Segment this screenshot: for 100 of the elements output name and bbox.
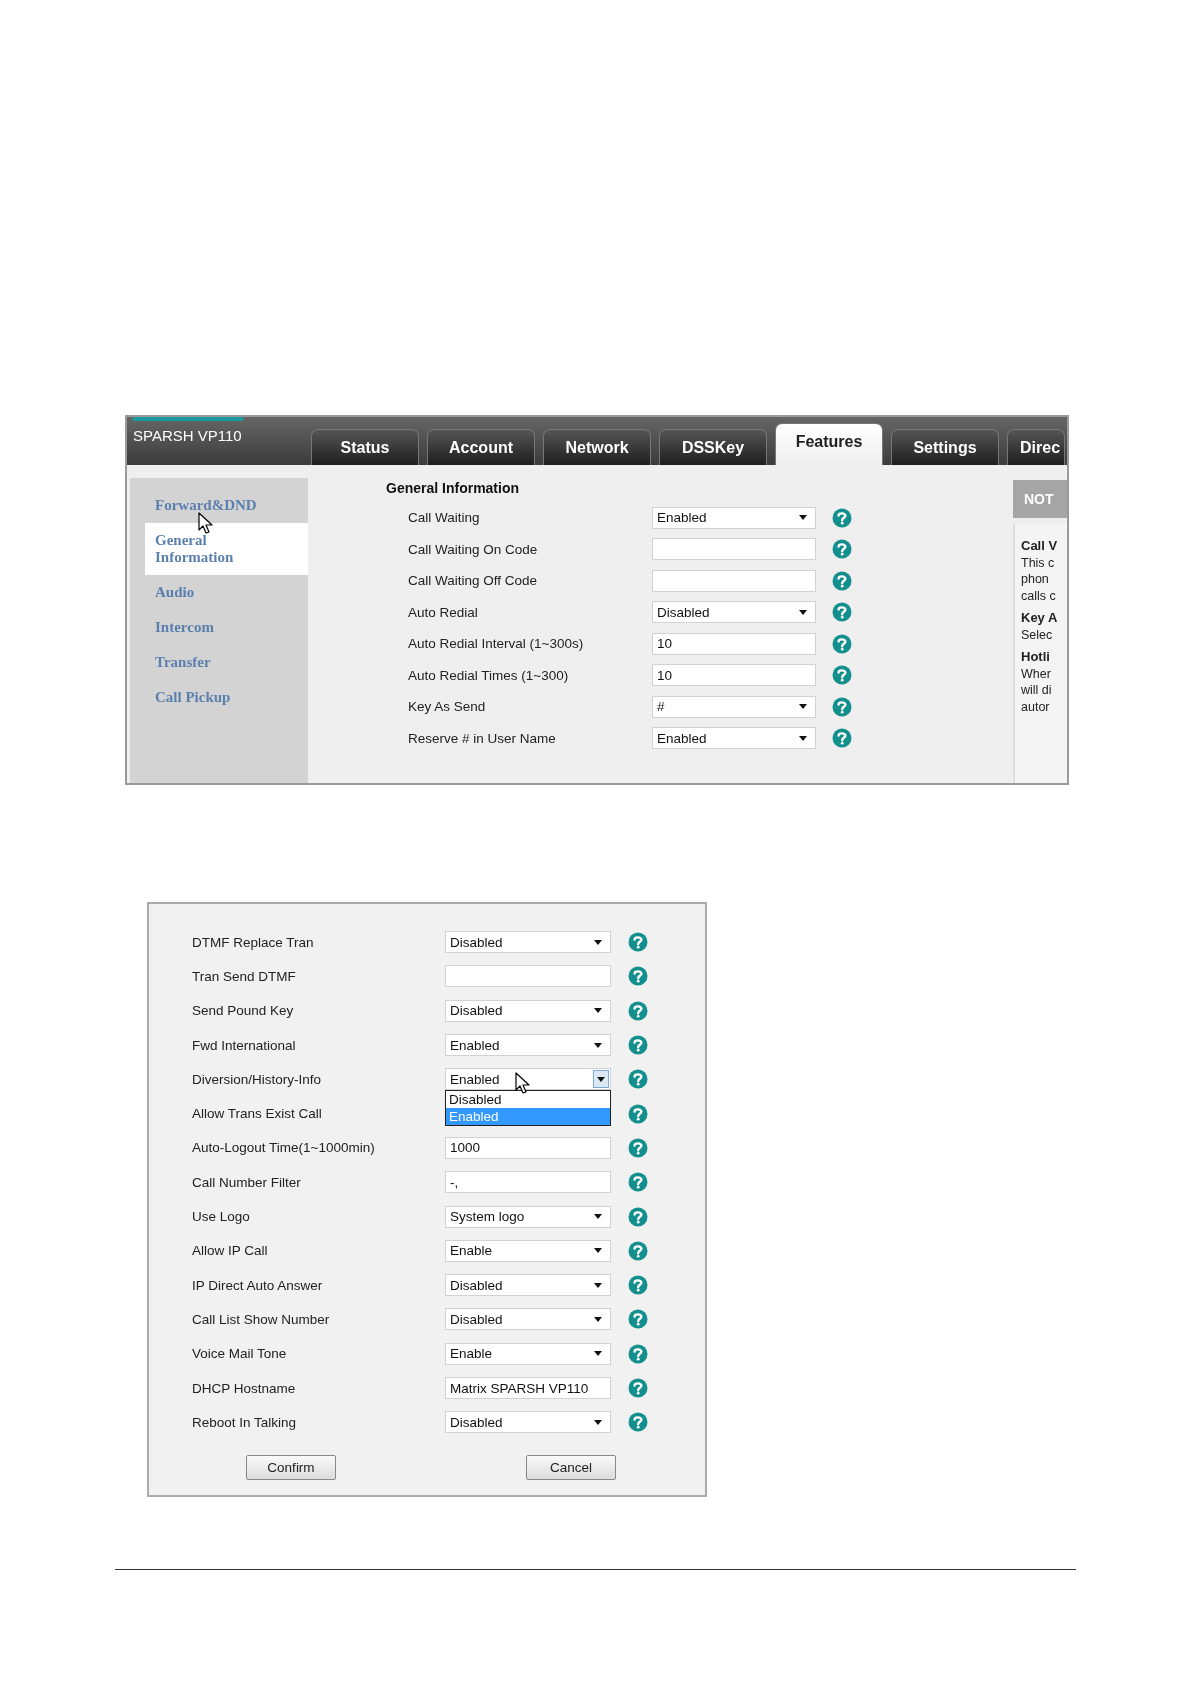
- help-icon[interactable]: [832, 728, 852, 749]
- dropdown[interactable]: Enabled: [652, 506, 816, 529]
- note-heading: Key A: [1021, 610, 1059, 627]
- nav-tab[interactable]: Account: [427, 429, 535, 465]
- caret-icon: [597, 1076, 605, 1082]
- help-icon[interactable]: [628, 966, 648, 987]
- help-icon[interactable]: [628, 1412, 648, 1433]
- caret-icon: [594, 1214, 602, 1219]
- setting-label: Call Waiting: [407, 510, 480, 526]
- dropdown[interactable]: Enable: [445, 1239, 611, 1262]
- note-heading: Call V: [1021, 538, 1059, 555]
- help-icon[interactable]: [628, 1035, 648, 1056]
- dropdown[interactable]: Disabled: [445, 931, 611, 954]
- setting-label: Reserve # in User Name: [407, 730, 556, 746]
- dropdown[interactable]: Disabled: [445, 1308, 611, 1331]
- nav-tab[interactable]: Direc: [1007, 429, 1066, 465]
- setting-label: IP Direct Auto Answer: [191, 1277, 323, 1293]
- nav-tab[interactable]: DSSKey: [659, 429, 767, 465]
- help-icon[interactable]: [628, 1137, 648, 1158]
- setting-label: Voice Mail Tone: [191, 1346, 287, 1362]
- help-icon[interactable]: [628, 1309, 648, 1330]
- confirm-button[interactable]: Confirm: [246, 1455, 336, 1481]
- help-icon[interactable]: [832, 602, 852, 623]
- caret-icon: [799, 609, 807, 615]
- help-icon[interactable]: [628, 1343, 648, 1364]
- dropdown[interactable]: Enabled: [445, 1034, 611, 1057]
- setting-label: Call List Show Number: [191, 1311, 330, 1327]
- dropdown[interactable]: System logo: [445, 1205, 611, 1228]
- nav-tab[interactable]: Features: [775, 423, 883, 465]
- setting-label: Allow IP Call: [191, 1243, 268, 1259]
- input-field[interactable]: 10: [652, 664, 816, 687]
- help-icon[interactable]: [832, 570, 852, 591]
- help-icon[interactable]: [628, 1240, 648, 1261]
- setting-label: Diversion/History-Info: [191, 1071, 322, 1087]
- caret-icon: [594, 1248, 602, 1254]
- setting-label: Call Waiting On Code: [407, 541, 538, 557]
- setting-label: DHCP Hostname: [191, 1380, 296, 1396]
- caret-icon: [594, 1042, 602, 1048]
- caret-icon: [799, 704, 807, 710]
- caret-icon: [594, 1419, 602, 1425]
- note-text: Wher: [1021, 665, 1052, 682]
- cancel-button[interactable]: Cancel: [526, 1455, 616, 1481]
- setting-label: Use Logo: [191, 1209, 250, 1224]
- help-icon[interactable]: [628, 1103, 648, 1124]
- note-text: This c: [1021, 554, 1056, 571]
- dropdown[interactable]: Enable: [445, 1342, 611, 1365]
- sidebar-item[interactable]: General Information: [145, 523, 308, 575]
- input-field[interactable]: Matrix SPARSH VP110: [445, 1377, 611, 1399]
- input-field[interactable]: [445, 965, 611, 988]
- dropdown[interactable]: Enabled: [445, 1068, 611, 1091]
- setting-label: Auto Redial Interval (1~300s): [407, 636, 584, 652]
- note-text: calls c: [1021, 587, 1057, 604]
- input-field[interactable]: [652, 569, 816, 592]
- dropdown[interactable]: Disabled: [445, 999, 611, 1022]
- dropdown[interactable]: Disabled: [445, 1411, 611, 1434]
- help-icon[interactable]: [832, 507, 852, 528]
- note-text: phon: [1021, 571, 1050, 588]
- nav-tab[interactable]: Settings: [891, 429, 999, 465]
- caret-icon: [594, 1282, 602, 1288]
- dropdown-option[interactable]: Disabled: [446, 1091, 610, 1109]
- setting-label: Auto Redial Times (1~300): [407, 667, 569, 683]
- caret-icon: [799, 515, 807, 521]
- help-icon[interactable]: [832, 539, 852, 560]
- dropdown[interactable]: Disabled: [652, 601, 816, 624]
- cursor-icon: [198, 512, 213, 534]
- input-field[interactable]: 10: [652, 632, 816, 655]
- help-icon[interactable]: [628, 932, 648, 953]
- help-icon[interactable]: [628, 1000, 648, 1021]
- caret-icon: [594, 1008, 602, 1014]
- caret-icon: [799, 735, 807, 741]
- section-title: General Information: [386, 480, 520, 496]
- help-icon[interactable]: [832, 665, 852, 686]
- notes-header: NOT: [1013, 480, 1067, 518]
- setting-label: Call Waiting Off Code: [407, 573, 538, 589]
- input-field[interactable]: -,: [445, 1171, 611, 1194]
- help-icon[interactable]: [628, 1069, 648, 1090]
- help-icon[interactable]: [832, 696, 852, 717]
- dropdown[interactable]: Enabled: [652, 727, 816, 750]
- dropdown[interactable]: Disabled: [445, 1274, 611, 1297]
- setting-label: Fwd International: [191, 1037, 296, 1053]
- dropdown[interactable]: #: [652, 695, 816, 718]
- input-field[interactable]: [652, 538, 816, 561]
- setting-label: DTMF Replace Tran: [191, 934, 314, 950]
- caret-icon: [594, 939, 602, 945]
- setting-label: Reboot In Talking: [191, 1414, 297, 1430]
- help-icon[interactable]: [628, 1206, 648, 1227]
- setting-label: Call Number Filter: [191, 1174, 301, 1190]
- setting-label: Auto-Logout Time(1~1000min): [191, 1140, 375, 1156]
- caret-icon: [594, 1351, 602, 1357]
- help-icon[interactable]: [628, 1378, 648, 1398]
- note-text: autor: [1021, 698, 1051, 715]
- input-field[interactable]: 1000: [445, 1136, 611, 1159]
- note-text: will di: [1021, 682, 1053, 699]
- nav-tab[interactable]: Status: [311, 429, 419, 465]
- help-icon[interactable]: [628, 1275, 648, 1296]
- caret-icon: [594, 1316, 602, 1322]
- nav-tab[interactable]: Network: [543, 429, 651, 465]
- help-icon[interactable]: [832, 633, 852, 654]
- help-icon[interactable]: [628, 1172, 648, 1193]
- note-text: Selec: [1021, 626, 1054, 643]
